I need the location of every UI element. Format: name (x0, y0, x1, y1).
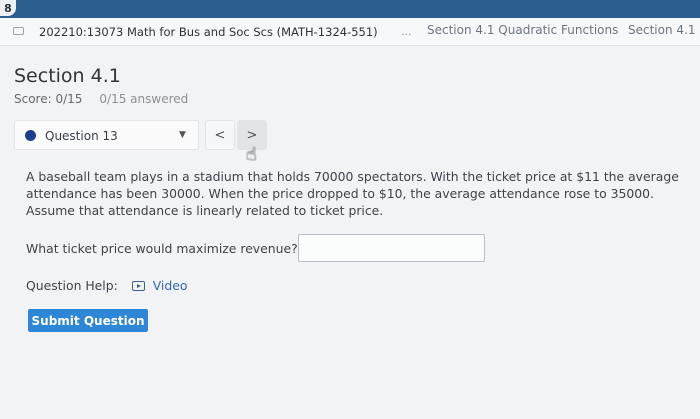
breadcrumb-section[interactable]: Section 4.1 Quadratic Functions (427, 23, 618, 37)
answered-count: 0/15 answered (99, 92, 189, 106)
video-link[interactable]: Video (153, 278, 188, 293)
score-value: Score: 0/15 (14, 92, 83, 106)
submit-question-button[interactable]: Submit Question (28, 309, 148, 332)
answer-input[interactable] (298, 234, 485, 262)
breadcrumb-ellipsis[interactable]: ... (401, 25, 412, 38)
previous-question-button[interactable]: < (205, 120, 235, 150)
score-line: Score: 0/15 0/15 answered (14, 92, 188, 106)
top-bar: 8 (0, 0, 700, 18)
breadcrumb-course[interactable]: 202210:13073 Math for Bus and Soc Scs (M… (39, 25, 378, 39)
question-selector[interactable]: Question 13 ▼ (14, 120, 199, 150)
mouse-cursor-icon: ☝ (246, 144, 257, 165)
caret-down-icon: ▼ (179, 130, 186, 140)
breadcrumb-section-current: Section 4.1 (628, 23, 696, 37)
app-badge: 8 (0, 0, 16, 16)
breadcrumb: 202210:13073 Math for Bus and Soc Scs (M… (0, 18, 700, 46)
checkbox-icon (13, 27, 24, 35)
question-help: Question Help: Video (26, 278, 187, 293)
question-help-label: Question Help: (26, 278, 118, 293)
answer-prompt: What ticket price would maximize revenue… (26, 241, 310, 256)
question-selector-label: Question 13 (45, 129, 118, 143)
question-text: A baseball team plays in a stadium that … (26, 169, 679, 218)
question-status-dot (25, 130, 36, 141)
video-icon[interactable] (131, 281, 145, 291)
page-title: Section 4.1 (14, 65, 121, 87)
